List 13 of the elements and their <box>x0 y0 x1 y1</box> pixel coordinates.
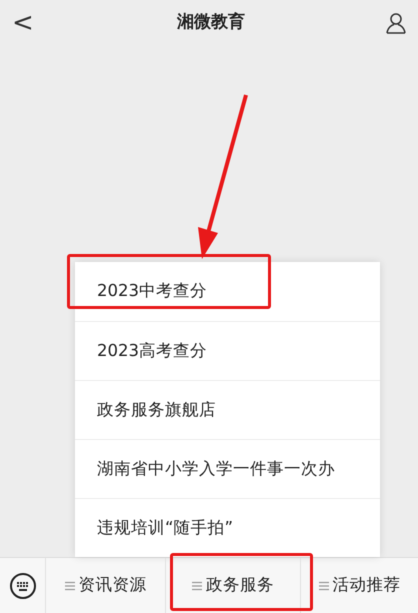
menu-item[interactable]: 湖南省中小学入学一件事一次办 <box>75 439 380 498</box>
menu-icon <box>192 580 202 590</box>
menu-item[interactable]: 2023高考查分 <box>75 321 380 380</box>
menu-tab[interactable]: 资讯资源 <box>45 558 165 613</box>
menu-item[interactable]: 政务服务旗舰店 <box>75 380 380 439</box>
back-button[interactable]: < <box>8 10 38 36</box>
menu-tab[interactable]: 政务服务 <box>165 558 300 613</box>
menu-tab[interactable]: 活动推荐 <box>300 558 418 613</box>
menu-icon <box>318 580 328 590</box>
page-title: 湘微教育 <box>176 10 245 34</box>
menu-item[interactable]: 2023中考查分 <box>75 262 380 321</box>
profile-icon[interactable] <box>384 10 408 34</box>
menu-icon <box>64 580 74 590</box>
